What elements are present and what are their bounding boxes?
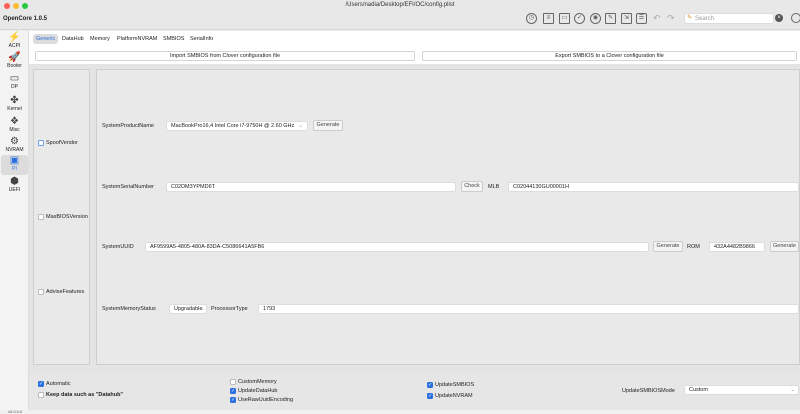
processor-type-input[interactable]: 1793 xyxy=(258,304,799,314)
chevron-down-icon: ⌄ xyxy=(298,123,303,129)
import-smbios-button[interactable]: Import SMBIOS from Clover configuration … xyxy=(35,51,415,61)
maxbiosversion-checkbox[interactable] xyxy=(38,214,44,220)
rom-input[interactable]: 432A4482B9866 xyxy=(709,242,765,252)
sidebar-item-uefi[interactable]: ⬢ UEFI xyxy=(1,176,28,193)
memory-status-select[interactable]: Upgradable ⌄ xyxy=(169,304,207,314)
toolbar xyxy=(0,11,800,30)
update-smbios-label: UpdateSMBIOS xyxy=(435,382,475,388)
redo-icon[interactable]: ↷ xyxy=(667,13,675,24)
product-name-value: MacBookPro16,4 Intel Core i7-9750H @ 2.6… xyxy=(171,123,295,129)
sidebar-item-label: PI xyxy=(12,166,17,172)
generate-product-button[interactable]: Generate xyxy=(313,120,343,131)
sidebar-item-label: Misc xyxy=(9,127,20,133)
sidebar-item-pi[interactable]: ▣ PI xyxy=(1,155,28,175)
sidebar-item-label: NVRAM xyxy=(5,147,24,153)
booter-icon: 🚀 xyxy=(8,52,21,63)
database-icon[interactable]: ☰ xyxy=(636,13,647,24)
app-name: OpenCore 1.0.5 xyxy=(3,16,48,22)
update-smbios-checkbox[interactable]: ✓ xyxy=(427,382,433,388)
tab-serialinfo[interactable]: SerialInfo xyxy=(187,34,216,44)
sidebar-item-label: DP xyxy=(11,84,18,90)
sidebar-item-dp[interactable]: ▭ DP xyxy=(1,73,28,90)
spoofvendor-checkbox[interactable] xyxy=(38,140,44,146)
smbios-mode-label: UpdateSMBIOSMode xyxy=(622,388,675,394)
update-datahub-label: UpdateDataHub xyxy=(238,388,278,394)
keep-data-checkbox[interactable] xyxy=(38,392,44,398)
sidebar-item-label: ACPI xyxy=(8,43,21,49)
search-icon: ✎ xyxy=(687,15,693,21)
mlb-input[interactable]: C02044130GU00001H xyxy=(508,182,799,192)
update-nvram-label: UpdateNVRAM xyxy=(435,393,473,399)
custom-memory-label: CustomMemory xyxy=(238,379,277,385)
serial-number-label: SystemSerialNumber xyxy=(102,184,154,190)
search-input[interactable]: Search xyxy=(684,13,774,24)
window-title: /Users/nadia/Desktop/EFI/OC/config.plist xyxy=(345,2,455,8)
undo-icon[interactable]: ↶ xyxy=(653,13,661,24)
smbios-mode-select[interactable]: Custom ⌄ xyxy=(684,385,799,395)
advisefeatures-label: AdviseFeatures xyxy=(46,289,85,295)
misc-icon: ❖ xyxy=(10,116,19,127)
pi-icon: ▣ xyxy=(9,155,20,166)
tab-generic[interactable]: Generic xyxy=(33,34,59,44)
rom-label: ROM xyxy=(687,244,700,250)
settings-icon[interactable]: ◉ xyxy=(590,13,601,24)
automatic-label: Automatic xyxy=(46,381,71,387)
dp-icon: ▭ xyxy=(9,73,20,84)
spoofvendor-label: SpoofVendor xyxy=(46,140,78,146)
sidebar-item-misc[interactable]: ❖ Misc xyxy=(1,116,28,133)
edit-icon[interactable]: ✎ xyxy=(605,13,616,24)
system-uuid-input[interactable]: AF9599A5-4805-480A-83DA-C5086641A5FB6 xyxy=(145,242,649,252)
generate-uuid-button[interactable]: Generate xyxy=(653,241,683,252)
history-icon[interactable]: ◷ xyxy=(526,13,537,24)
nvram-icon: ⚙ xyxy=(10,136,19,147)
clear-search-icon[interactable]: × xyxy=(775,14,783,22)
tab-smbios[interactable]: SMBIOS xyxy=(160,34,187,44)
product-name-select[interactable]: MacBookPro16,4 Intel Core i7-9750H @ 2.6… xyxy=(166,121,308,131)
chevron-down-icon: ⌄ xyxy=(199,306,204,312)
tab-datahub[interactable]: DataHub xyxy=(59,34,87,44)
kernel-icon: ✤ xyxy=(10,95,19,106)
use-raw-uuid-label: UseRawUuidEncoding xyxy=(238,397,294,403)
import-icon[interactable]: ⇲ xyxy=(621,13,632,24)
chevron-down-icon: ⌄ xyxy=(790,387,795,393)
sidebar-item-label: UEFI xyxy=(8,187,21,193)
mlb-label: MLB xyxy=(488,184,500,190)
export-smbios-button[interactable]: Export SMBIOS to a Clover configuration … xyxy=(422,51,797,61)
sidebar-item-label: Booter xyxy=(7,63,22,69)
memory-status-value: Upgradable xyxy=(174,306,203,312)
check-icon[interactable]: ✓ xyxy=(574,13,585,24)
zoom-icon[interactable] xyxy=(791,13,800,23)
system-uuid-label: SystemUUID xyxy=(102,244,134,250)
sidebar-item-booter[interactable]: 🚀 Booter xyxy=(1,52,28,69)
automatic-checkbox[interactable]: ✓ xyxy=(38,381,44,387)
update-nvram-checkbox[interactable]: ✓ xyxy=(427,393,433,399)
acpi-icon: ⚡ xyxy=(8,32,21,43)
keep-data-label: Keep data such as "Datahub" xyxy=(46,392,124,398)
status-bar xyxy=(0,410,800,414)
use-raw-uuid-checkbox[interactable]: ✓ xyxy=(230,397,236,403)
generate-rom-button[interactable]: Generate xyxy=(770,241,799,252)
maxbiosversion-label: MaxBIOSVersion xyxy=(46,214,88,220)
product-name-label: SystemProductName xyxy=(102,123,154,129)
memory-status-label: SystemMemoryStatus xyxy=(102,306,156,312)
status-text: v0.0.0.0 xyxy=(8,409,23,414)
save-icon[interactable]: ▭ xyxy=(559,13,570,24)
tab-memory[interactable]: Memory xyxy=(87,34,113,44)
uefi-icon: ⬢ xyxy=(10,176,19,187)
fields-panel xyxy=(96,69,800,365)
advisefeatures-checkbox[interactable] xyxy=(38,289,44,295)
custom-memory-checkbox[interactable] xyxy=(230,379,236,385)
sidebar-item-label: Kernel xyxy=(7,106,22,112)
smbios-mode-value: Custom xyxy=(689,387,708,393)
serial-number-input[interactable]: C02DM3YPMD6T xyxy=(166,182,456,192)
check-serial-button[interactable]: Check xyxy=(461,181,483,192)
list-icon[interactable]: ≡ xyxy=(543,13,554,24)
update-datahub-checkbox[interactable]: ✓ xyxy=(230,388,236,394)
sidebar-item-acpi[interactable]: ⚡ ACPI xyxy=(1,32,28,49)
processor-type-label: ProcessorType xyxy=(211,306,248,312)
sidebar-item-nvram[interactable]: ⚙ NVRAM xyxy=(1,136,28,153)
tab-platformnvram[interactable]: PlatformNVRAM xyxy=(114,34,160,44)
sidebar-item-kernel[interactable]: ✤ Kernel xyxy=(1,95,28,112)
